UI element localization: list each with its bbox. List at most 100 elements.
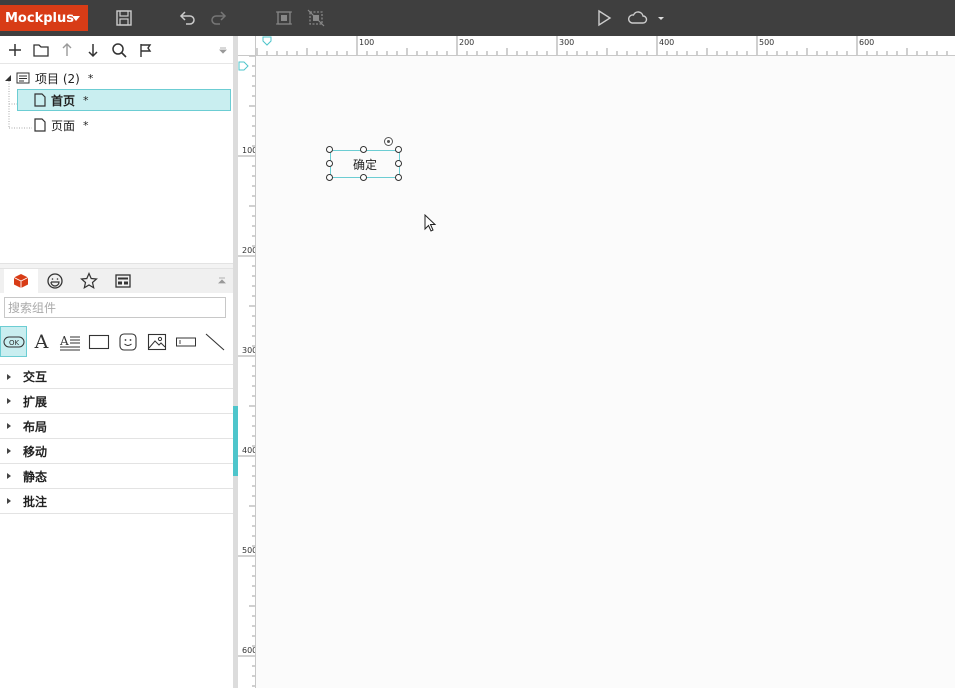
group-icon[interactable]	[274, 8, 294, 28]
tree-node-page-home[interactable]: 首页 *	[17, 89, 231, 111]
redo-icon[interactable]	[209, 8, 229, 28]
ruler-label: 100	[242, 146, 256, 155]
brand-label: Mockplus	[5, 10, 74, 26]
ruler-label: 500	[759, 38, 775, 47]
resize-handle[interactable]	[326, 146, 333, 153]
page-tree: 项目 (2) * 首页 * 页面 *	[0, 65, 233, 265]
undo-icon[interactable]	[177, 8, 197, 28]
expand-triangle-icon	[7, 473, 11, 479]
expand-triangle-icon[interactable]	[4, 74, 12, 82]
resize-handle[interactable]	[360, 174, 367, 181]
component-icon-row: OK A A	[0, 326, 233, 358]
emoji-icon[interactable]	[38, 269, 72, 293]
ruler-label: 500	[242, 546, 256, 555]
line-component-icon[interactable]	[201, 326, 228, 357]
text-component-glyph: A	[34, 330, 49, 353]
ruler-label: 300	[242, 346, 256, 355]
group-label: 移动	[23, 444, 48, 459]
resize-handle[interactable]	[326, 160, 333, 167]
group-annotation[interactable]: 批注	[0, 489, 233, 514]
component-groups: 交互 扩展 布局 移动 静态 批注	[0, 364, 233, 514]
template-icon[interactable]	[106, 269, 140, 293]
group-label: 布局	[23, 419, 48, 434]
paragraph-component-glyph: A	[59, 334, 69, 348]
page-label: 页面	[51, 118, 76, 133]
dropdown-caret-icon[interactable]	[654, 8, 668, 28]
tree-node-project[interactable]: 项目 (2) *	[4, 67, 93, 89]
ruler-label: 200	[242, 246, 256, 255]
page-unsaved-marker: *	[83, 93, 89, 107]
ruler-corner	[238, 36, 256, 56]
page-unsaved-marker: *	[83, 118, 89, 132]
flag-icon[interactable]	[136, 40, 156, 60]
resize-handle[interactable]	[395, 160, 402, 167]
project-unsaved-marker: *	[87, 71, 94, 85]
resize-handle[interactable]	[360, 146, 367, 153]
save-icon[interactable]	[114, 8, 134, 28]
rotate-handle-icon[interactable]	[384, 137, 393, 146]
group-layout[interactable]: 布局	[0, 414, 233, 439]
ruler-label: 100	[359, 38, 375, 47]
top-toolbar: Mockplus	[0, 0, 955, 36]
cube-icon[interactable]	[4, 269, 38, 293]
rectangle-component-icon[interactable]	[85, 326, 112, 357]
input-component-icon[interactable]	[172, 326, 199, 357]
horizontal-guide-marker-icon[interactable]	[262, 36, 272, 46]
ruler-label: 600	[859, 38, 875, 47]
ruler-label: 300	[559, 38, 575, 47]
ruler-label: 600	[242, 646, 256, 655]
page-icon	[34, 118, 46, 132]
button-component-icon[interactable]: OK	[0, 326, 27, 357]
move-down-icon[interactable]	[83, 40, 103, 60]
group-label: 扩展	[23, 394, 48, 409]
collapse-panel-icon[interactable]	[216, 40, 230, 60]
resize-handle[interactable]	[395, 174, 402, 181]
horizontal-ruler[interactable]: 100 200 300 400 500 600	[256, 36, 955, 56]
ruler-label: 400	[242, 446, 256, 455]
group-extension[interactable]: 扩展	[0, 389, 233, 414]
project-icon	[16, 72, 30, 84]
ungroup-icon[interactable]	[306, 8, 326, 28]
expand-triangle-icon	[7, 374, 11, 380]
ruler-label: 200	[459, 38, 475, 47]
tree-node-page[interactable]: 页面 *	[18, 114, 89, 136]
component-tabs	[0, 269, 233, 293]
text-component-icon[interactable]: A	[28, 326, 55, 357]
image-component-icon[interactable]	[143, 326, 170, 357]
project-label: 项目 (2)	[35, 71, 80, 86]
button-component-text: OK	[8, 339, 19, 347]
page-label-home: 首页	[51, 93, 76, 108]
group-static[interactable]: 静态	[0, 464, 233, 489]
ruler-label: 400	[659, 38, 675, 47]
group-label: 静态	[23, 469, 48, 484]
search-icon[interactable]	[109, 40, 129, 60]
brand-menu-button[interactable]: Mockplus	[0, 5, 88, 31]
folder-icon[interactable]	[31, 40, 51, 60]
left-panel: 项目 (2) * 首页 * 页面 * 搜索组件 OK A A 交互 扩展 布局 …	[0, 36, 233, 688]
resize-handle[interactable]	[395, 146, 402, 153]
group-label: 交互	[23, 370, 48, 384]
mouse-cursor-icon	[424, 214, 437, 232]
page-toolbar	[0, 36, 233, 64]
expand-triangle-icon	[7, 398, 11, 404]
resize-handle[interactable]	[326, 174, 333, 181]
expand-triangle-icon	[7, 498, 11, 504]
canvas-button-label: 确定	[352, 157, 377, 172]
expand-triangle-icon	[7, 448, 11, 454]
add-icon[interactable]	[5, 40, 25, 60]
emoji-component-icon[interactable]	[114, 326, 141, 357]
paragraph-component-icon[interactable]: A	[56, 326, 83, 357]
move-up-icon[interactable]	[57, 40, 77, 60]
brand-caret-icon	[72, 16, 80, 21]
expand-triangle-icon	[7, 423, 11, 429]
cloud-icon[interactable]	[625, 8, 649, 28]
group-interaction[interactable]: 交互	[0, 364, 233, 389]
vertical-ruler[interactable]: 100 200 300 400 500 600	[238, 56, 256, 688]
collapse-panel-icon[interactable]	[212, 269, 232, 293]
group-mobile[interactable]: 移动	[0, 439, 233, 464]
play-icon[interactable]	[594, 8, 614, 28]
star-icon[interactable]	[72, 269, 106, 293]
vertical-guide-marker-icon[interactable]	[238, 61, 250, 71]
component-search-input[interactable]	[4, 297, 226, 318]
page-icon	[34, 93, 46, 107]
